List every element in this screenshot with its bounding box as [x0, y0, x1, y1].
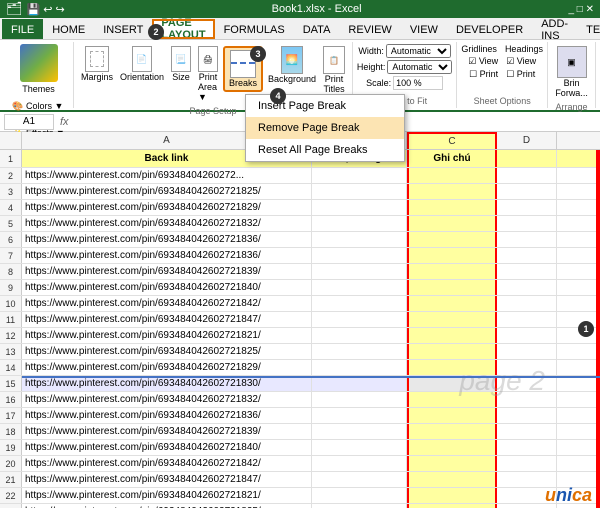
themes-group: Themes 🎨 Colors ▼ A Fonts ▼ ✨ Effects ▼ …: [4, 42, 74, 108]
table-row: 17 https://www.pinterest.com/pin/6934840…: [0, 408, 600, 424]
table-row: 20 https://www.pinterest.com/pin/6934840…: [0, 456, 600, 472]
reset-page-breaks-menu-item[interactable]: Reset All Page Breaks: [246, 139, 404, 161]
table-row: 5 https://www.pinterest.com/pin/69348404…: [0, 216, 600, 232]
context-menu: Insert Page Break Remove Page Break Rese…: [245, 94, 405, 162]
tab-add-ins[interactable]: ADD-INS: [532, 19, 577, 39]
colors-button[interactable]: 🎨 Colors ▼: [11, 100, 65, 113]
sheet-options-label: Sheet Options: [474, 94, 531, 106]
height-select[interactable]: Automatic: [387, 60, 452, 74]
ribbon-tabs: FILE HOME INSERT PAGE LAYOUT FORMULAS DA…: [0, 18, 600, 40]
label-3: 3: [250, 46, 266, 62]
tab-team[interactable]: TEAM: [577, 19, 600, 39]
arrange-group: ▣ Brin Forwa... Arrange: [548, 42, 596, 108]
headings-view-check[interactable]: ☑ View: [506, 56, 536, 67]
table-row: 9 https://www.pinterest.com/pin/69348404…: [0, 280, 600, 296]
row-num-header: [0, 132, 22, 149]
label-4: 4: [270, 88, 286, 104]
print-check[interactable]: ☐ Print: [469, 69, 498, 80]
spreadsheet: A B C D 1 Back link Nội Dung Ghi chú 2 h…: [0, 132, 600, 508]
sheet-options-group: Gridlines Headings ☑ View ☑ View ☐ Print…: [457, 42, 548, 108]
table-row: 18 https://www.pinterest.com/pin/6934840…: [0, 424, 600, 440]
headings-label: Headings: [505, 44, 543, 54]
table-row: 8 https://www.pinterest.com/pin/69348404…: [0, 264, 600, 280]
table-row: 10 https://www.pinterest.com/pin/6934840…: [0, 296, 600, 312]
tab-developer[interactable]: DEVELOPER: [447, 19, 532, 39]
scale-input[interactable]: [393, 76, 443, 90]
table-row: 14 https://www.pinterest.com/pin/6934840…: [0, 360, 600, 376]
width-select[interactable]: Automatic: [386, 44, 451, 58]
bring-forward-button[interactable]: ▣ Brin Forwa...: [553, 44, 590, 100]
margins-button[interactable]: Margins: [79, 44, 115, 84]
table-row: 2 https://www.pinterest.com/pin/69348404…: [0, 168, 600, 184]
cell-1c[interactable]: Ghi chú: [407, 150, 497, 167]
table-row: 23 https://www.pinterest.com/pin/6934840…: [0, 504, 600, 508]
page-setup-label: Page Setup: [189, 104, 236, 116]
arrange-label: Arrange: [556, 100, 588, 112]
table-row: 22 https://www.pinterest.com/pin/6934840…: [0, 488, 600, 504]
remove-page-break-menu-item[interactable]: Remove Page Break: [246, 117, 404, 139]
unica-logo: unica: [545, 485, 592, 506]
view-label: ☑ View: [468, 56, 498, 67]
tab-file[interactable]: FILE: [2, 19, 43, 39]
window-controls: _ □ ✕: [568, 4, 594, 15]
gridlines-label: Gridlines: [461, 44, 497, 54]
spreadsheet-body: 1 Back link Nội Dung Ghi chú 2 https://w…: [0, 150, 600, 508]
cell-1d[interactable]: [497, 150, 557, 167]
title-bar-left: 🗂 💾 ↩ ↪: [6, 1, 65, 17]
tab-formulas[interactable]: FORMULAS: [215, 19, 294, 39]
table-row: 4 https://www.pinterest.com/pin/69348404…: [0, 200, 600, 216]
tab-home[interactable]: HOME: [43, 19, 94, 39]
table-row: 13 https://www.pinterest.com/pin/6934840…: [0, 344, 600, 360]
label-2: 2: [148, 24, 164, 40]
tab-insert[interactable]: INSERT: [94, 19, 152, 39]
table-row: 11 https://www.pinterest.com/pin/6934840…: [0, 312, 600, 328]
print-titles-button[interactable]: 📋 Print Titles: [321, 44, 347, 96]
tab-view[interactable]: VIEW: [401, 19, 447, 39]
themes-icon: [20, 44, 58, 82]
table-row: 16 https://www.pinterest.com/pin/6934840…: [0, 392, 600, 408]
table-row: 6 https://www.pinterest.com/pin/69348404…: [0, 232, 600, 248]
excel-icon: 🗂: [6, 1, 23, 17]
orientation-button[interactable]: 📄 Orientation: [118, 44, 166, 84]
label-1: 1: [578, 321, 594, 337]
background-button[interactable]: 🌅 Background: [266, 44, 318, 86]
table-row: 3 https://www.pinterest.com/pin/69348404…: [0, 184, 600, 200]
table-row: 15 https://www.pinterest.com/pin/6934840…: [0, 376, 600, 392]
window-title: Book1.xlsx - Excel: [272, 3, 362, 15]
table-row: 21 https://www.pinterest.com/pin/6934840…: [0, 472, 600, 488]
row-num-1: 1: [0, 150, 22, 167]
table-row: 12 https://www.pinterest.com/pin/6934840…: [0, 328, 600, 344]
width-label: Width:: [358, 46, 384, 56]
tab-review[interactable]: REVIEW: [339, 19, 400, 39]
themes-label: Themes: [22, 84, 55, 94]
height-label: Height:: [357, 62, 386, 72]
table-row: 19 https://www.pinterest.com/pin/6934840…: [0, 440, 600, 456]
right-border-indicator: [596, 150, 600, 508]
cell-reference-input[interactable]: [4, 114, 54, 130]
tab-data[interactable]: DATA: [294, 19, 340, 39]
title-bar: 🗂 💾 ↩ ↪ Book1.xlsx - Excel _ □ ✕: [0, 0, 600, 18]
print-area-button[interactable]: 🖨 Print Area ▼: [196, 44, 220, 104]
fx-label: fx: [54, 116, 75, 128]
size-button[interactable]: 📃 Size: [169, 44, 193, 84]
headings-print-check[interactable]: ☐ Print: [506, 69, 535, 80]
col-header-c: C: [407, 132, 497, 149]
themes-button[interactable]: Themes: [20, 44, 58, 94]
table-row: 7 https://www.pinterest.com/pin/69348404…: [0, 248, 600, 264]
scale-label: Scale:: [366, 78, 391, 88]
quick-access: 💾 ↩ ↪: [27, 3, 65, 16]
col-header-d: D: [497, 132, 557, 149]
